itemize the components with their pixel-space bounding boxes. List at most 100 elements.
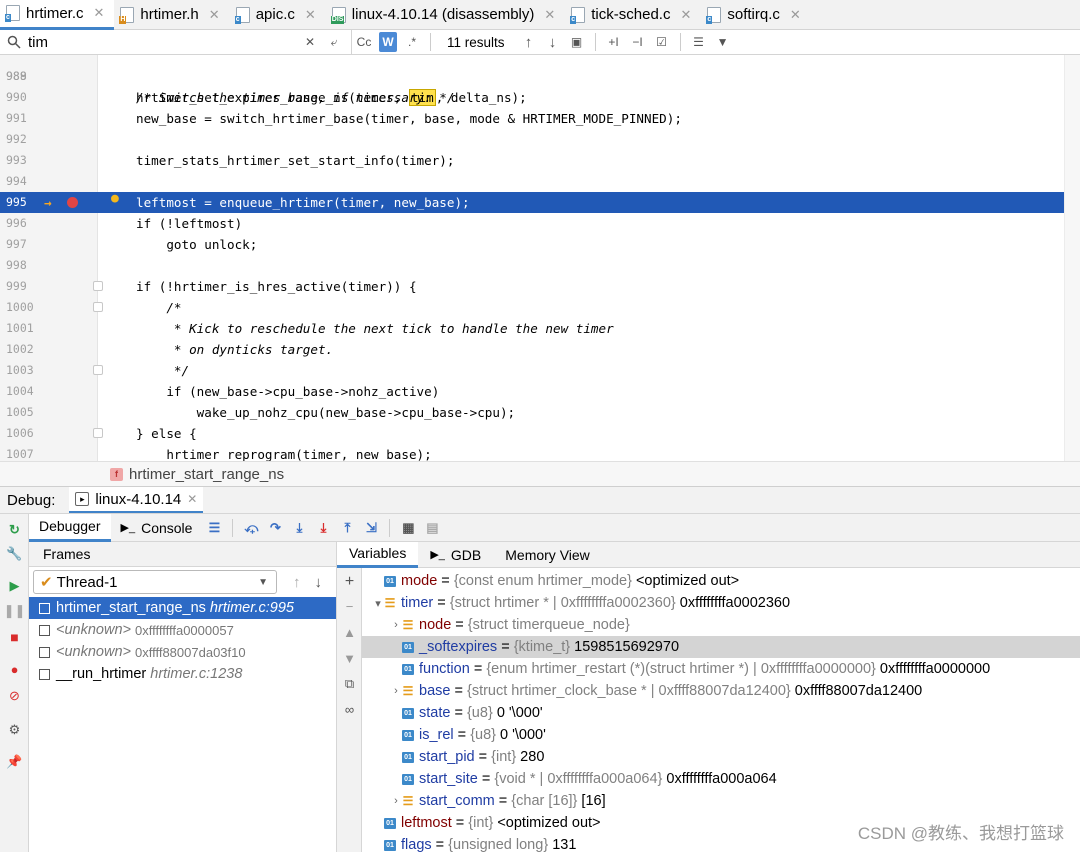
close-icon[interactable]: ✕ bbox=[544, 7, 555, 23]
code-line[interactable]: 990 /* Switch the timer base, if necessar… bbox=[0, 87, 1064, 108]
step-over-icon[interactable]: ↷ bbox=[267, 520, 283, 536]
code-line[interactable]: 997 goto unlock; bbox=[0, 234, 1064, 255]
code-line[interactable]: 1005 wake_up_nohz_cpu(new_base->cpu_base… bbox=[0, 402, 1064, 423]
mute-breakpoints-icon[interactable]: ⊘ bbox=[7, 688, 22, 703]
close-icon[interactable]: ✕ bbox=[305, 7, 316, 23]
variable-row[interactable]: 01 mode = {const enum hrtimer_mode} <opti… bbox=[362, 570, 1080, 592]
watches-glasses-icon[interactable]: ∞ bbox=[342, 702, 357, 717]
force-step-into-icon[interactable]: ⤓ bbox=[315, 520, 331, 536]
stack-frame[interactable]: __run_hrtimer hrtimer.c:1238 bbox=[29, 663, 336, 685]
clear-search-icon[interactable]: ✕ bbox=[301, 32, 319, 52]
code-line[interactable]: 999 if (!hrtimer_is_hres_active(timer)) { bbox=[0, 276, 1064, 297]
match-case-toggle[interactable]: Cc bbox=[355, 32, 373, 52]
next-occurrence-icon[interactable]: ↓ bbox=[544, 32, 562, 52]
close-icon[interactable]: ✕ bbox=[680, 7, 691, 23]
breakpoint-icon[interactable] bbox=[67, 197, 78, 208]
session-tab[interactable]: ▸ linux-4.10.14 ✕ bbox=[69, 487, 204, 513]
stop-icon[interactable]: ■ bbox=[7, 629, 22, 645]
code-line[interactable]: 991 new_base = switch_hrtimer_base(timer,… bbox=[0, 108, 1064, 129]
step-out-icon[interactable]: ⤒ bbox=[339, 520, 355, 536]
toggle-all-icon[interactable]: ☑ bbox=[653, 32, 671, 52]
variable-row[interactable]: › ☰ start_comm = {char [16]} [16] bbox=[362, 790, 1080, 812]
evaluate-expression-icon[interactable]: ▦ bbox=[400, 520, 416, 536]
tab-file[interactable]: c softirq.c ✕ bbox=[701, 0, 810, 30]
pin-icon[interactable]: 📌 bbox=[6, 754, 22, 769]
tab-variables[interactable]: Variables bbox=[337, 541, 419, 568]
move-down-icon[interactable]: ▼ bbox=[342, 651, 357, 666]
close-icon[interactable]: ✕ bbox=[790, 7, 801, 23]
variable-row[interactable]: 01 function = {enum hrtimer_restart (*)(s… bbox=[362, 658, 1080, 680]
expand-arrow-icon[interactable]: › bbox=[390, 619, 402, 631]
words-toggle[interactable]: W bbox=[379, 32, 397, 52]
frame-up-icon[interactable]: ↑ bbox=[293, 574, 301, 591]
tab-file[interactable]: c tick-sched.c ✕ bbox=[565, 0, 701, 30]
expand-arrow-icon[interactable]: › bbox=[390, 795, 402, 807]
copy-icon[interactable]: ⧉ bbox=[342, 676, 357, 691]
search-input[interactable] bbox=[28, 33, 298, 51]
remove-watch-icon[interactable]: − bbox=[342, 599, 357, 614]
close-icon[interactable]: ✕ bbox=[187, 492, 197, 506]
code-line[interactable]: 1000 /* bbox=[0, 297, 1064, 318]
tab-memory-view[interactable]: Memory View bbox=[493, 542, 602, 568]
code-line[interactable]: 993 timer_stats_hrtimer_set_start_info(ti… bbox=[0, 150, 1064, 171]
show-execution-point-icon[interactable]: ⤽ bbox=[243, 520, 259, 536]
grid-icon[interactable]: ▤ bbox=[424, 520, 440, 536]
thread-select[interactable]: ✔ Thread-1 ▼ bbox=[33, 570, 277, 594]
code-line[interactable]: 1001 * Kick to reschedule the next tick … bbox=[0, 318, 1064, 339]
tab-debugger[interactable]: Debugger bbox=[29, 513, 111, 542]
variable-row[interactable]: › ☰ base = {struct hrtimer_clock_base * | … bbox=[362, 680, 1080, 702]
variable-row[interactable]: 01 start_site = {void * | 0xffffffffa000a… bbox=[362, 768, 1080, 790]
settings-gear-icon[interactable]: ⚙ bbox=[7, 722, 22, 737]
rerun-icon[interactable]: ↻ bbox=[7, 522, 22, 537]
run-to-cursor-icon[interactable]: ⇲ bbox=[363, 520, 379, 536]
fold-marker-icon[interactable] bbox=[93, 365, 103, 375]
add-watch-icon[interactable]: + bbox=[342, 573, 357, 590]
view-breakpoints-icon[interactable]: ● bbox=[7, 662, 22, 677]
close-icon[interactable]: ✕ bbox=[94, 5, 105, 21]
variable-row[interactable]: 01 _softexpires = {ktime_t} 1598515692970 bbox=[362, 636, 1080, 658]
stack-frame[interactable]: hrtimer_start_range_ns hrtimer.c:995 bbox=[29, 597, 336, 619]
variable-row[interactable]: ▾ ☰ timer = {struct hrtimer * | 0xffffffff… bbox=[362, 592, 1080, 614]
layout-menu-icon[interactable]: ☰ bbox=[206, 520, 222, 536]
move-up-icon[interactable]: ▲ bbox=[342, 625, 357, 640]
pause-icon[interactable]: ❚❚ bbox=[4, 603, 26, 618]
wrench-icon[interactable]: 🔧 bbox=[6, 546, 22, 561]
code-editor[interactable]: 988 hrtimer_set_expires_range_ns(timer, … bbox=[0, 55, 1080, 461]
frame-down-icon[interactable]: ↓ bbox=[315, 574, 323, 591]
tab-file[interactable]: Hhrtimer.h ✕ bbox=[114, 0, 229, 30]
lightbulb-icon[interactable]: ● bbox=[111, 188, 119, 209]
expand-arrow-icon[interactable]: ▾ bbox=[372, 597, 384, 610]
variable-row[interactable]: 01 start_pid = {int} 280 bbox=[362, 746, 1080, 768]
code-line[interactable]: 1002 * on dynticks target. bbox=[0, 339, 1064, 360]
code-line[interactable]: 996 if (!leftmost) bbox=[0, 213, 1064, 234]
fold-marker-icon[interactable] bbox=[93, 302, 103, 312]
code-line[interactable]: 1003 */ bbox=[0, 360, 1064, 381]
add-occurrence-icon[interactable]: +I bbox=[605, 32, 623, 52]
code-line[interactable]: 1004 if (new_base->cpu_base->nohz_active… bbox=[0, 381, 1064, 402]
select-all-occurrences-icon[interactable]: ▣ bbox=[568, 32, 586, 52]
editor-scrollbar[interactable] bbox=[1064, 55, 1080, 461]
variable-row[interactable]: 01 state = {u8} 0 '\000' bbox=[362, 702, 1080, 724]
fold-marker-icon[interactable] bbox=[93, 428, 103, 438]
search-icon[interactable] bbox=[6, 34, 22, 50]
tab-file[interactable]: c apic.c ✕ bbox=[230, 0, 326, 30]
code-line[interactable]: 992 bbox=[0, 129, 1064, 150]
code-line[interactable]: 998 bbox=[0, 255, 1064, 276]
resume-icon[interactable]: ▶ bbox=[7, 578, 22, 593]
function-breadcrumb[interactable]: f hrtimer_start_range_ns bbox=[0, 461, 1080, 486]
variable-row[interactable]: 01 is_rel = {u8} 0 '\000' bbox=[362, 724, 1080, 746]
code-line[interactable]: 1006} else { bbox=[0, 423, 1064, 444]
previous-occurrence-icon[interactable]: ↑ bbox=[520, 32, 538, 52]
code-line[interactable]: 994 bbox=[0, 171, 1064, 192]
tab-gdb[interactable]: ▶_ GDB bbox=[418, 542, 493, 568]
new-line-icon[interactable]: ⤶ bbox=[325, 32, 343, 52]
stack-frame[interactable]: <unknown> 0xffffffffa0000057 bbox=[29, 619, 336, 641]
fold-marker-icon[interactable] bbox=[93, 281, 103, 291]
tab-console[interactable]: ▶_ Console bbox=[111, 514, 203, 542]
code-line[interactable]: 1007 hrtimer_reprogram(timer, new_base); bbox=[0, 444, 1064, 461]
remove-occurrence-icon[interactable]: −I bbox=[629, 32, 647, 52]
in-selection-icon[interactable]: ☰ bbox=[690, 32, 708, 52]
code-line[interactable]: 995 leftmost = enqueue_hrtimer(timer, new… bbox=[0, 191, 1064, 213]
code-line[interactable]: 989 bbox=[0, 66, 1064, 87]
tab-file[interactable]: DIS linux-4.10.14 (disassembly) ✕ bbox=[326, 0, 565, 30]
